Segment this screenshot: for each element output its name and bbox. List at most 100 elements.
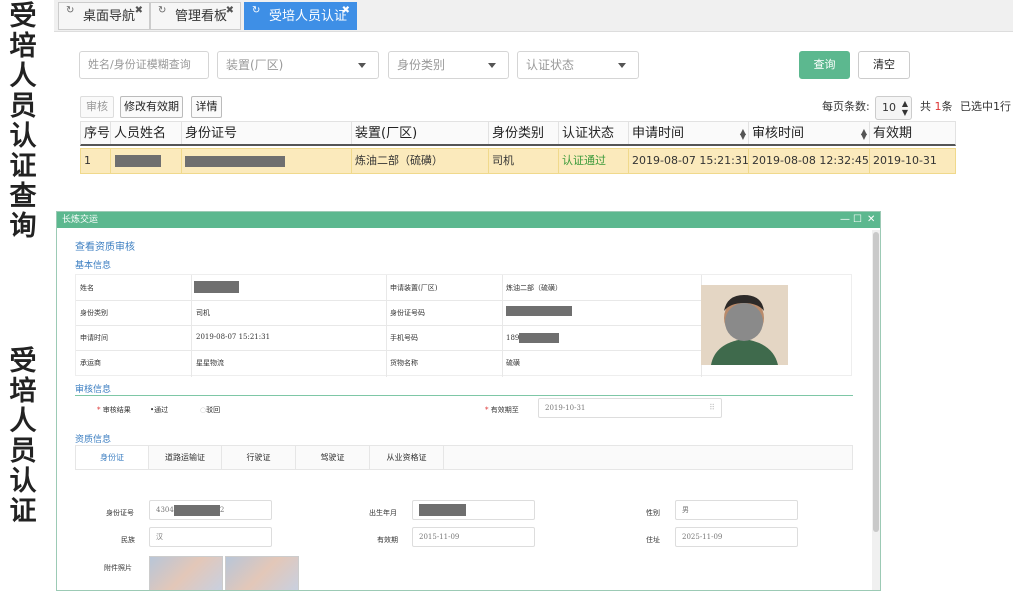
subtab-driving-permit[interactable]: 行驶证 — [222, 446, 296, 469]
tab-label: 管理看板 — [175, 9, 228, 24]
audit-button[interactable]: 审核 — [80, 96, 114, 118]
dialog-scrollbar[interactable] — [872, 230, 880, 590]
identity-select[interactable]: 身份类别 — [388, 51, 509, 79]
col-audit-time[interactable]: 审核时间 ▲ ▼ — [749, 122, 870, 144]
birth-field[interactable] — [412, 500, 535, 520]
valid-until-input[interactable]: 2019-10-31 ⠿ — [538, 398, 722, 418]
search-input[interactable]: 姓名/身份证模糊查询 — [79, 51, 209, 79]
modify-validity-button[interactable]: 修改有效期 — [120, 96, 183, 118]
subtab-qualification-cert[interactable]: 从业资格证 — [370, 446, 444, 469]
phone-value: 189 — [506, 333, 560, 343]
maximize-icon[interactable]: ☐ — [853, 212, 862, 227]
gender-label: 性别 — [646, 509, 660, 517]
status-select-label: 认证状态 — [526, 58, 575, 72]
id-number-label: 身份证号 — [106, 509, 134, 517]
dialog-title: 长炼交运 — [62, 215, 99, 225]
total-prefix: 共 — [920, 100, 931, 113]
col-apply-time[interactable]: 申请时间 ▲ ▼ — [629, 122, 749, 144]
id-number-field[interactable]: 4304 2 — [149, 500, 272, 520]
sort-icon[interactable]: ▲ ▼ — [740, 128, 746, 141]
apply-time-value: 2019-08-07 15:21:31 — [196, 333, 271, 341]
total-number: 1 — [934, 100, 942, 113]
close-icon[interactable]: ✖ — [135, 0, 143, 25]
redacted-block — [506, 306, 572, 316]
address-label: 住址 — [646, 536, 660, 544]
apply-device-label: 申请装置(厂区) — [390, 284, 438, 292]
close-icon[interactable]: ✖ — [226, 0, 234, 25]
col-device[interactable]: 装置(厂区) — [352, 122, 489, 144]
id-valid-field[interactable]: 2015-11-09 — [412, 527, 535, 547]
clear-button[interactable]: 清空 — [858, 51, 910, 79]
query-button[interactable]: 查询 — [799, 51, 850, 79]
close-icon[interactable]: ✕ — [867, 212, 875, 227]
phone-prefix: 189 — [506, 334, 520, 342]
tab-desktop-nav[interactable]: ↻ 桌面导航 ✖ — [58, 2, 150, 30]
identity-label: 身份类别 — [80, 309, 108, 317]
reject-radio[interactable]: ○驳回 — [200, 405, 220, 415]
grid-line — [76, 325, 701, 326]
nation-field[interactable]: 汉 — [149, 527, 272, 547]
status-select[interactable]: 认证状态 — [517, 51, 639, 79]
detail-dialog: 长炼交运 — ☐ ✕ 查看资质审核 基本信息 姓名 申请装置(厂区) 炼油二部（… — [56, 211, 881, 591]
redacted-block — [115, 155, 161, 167]
subtab-id-card[interactable]: 身份证 — [76, 446, 149, 469]
identity-select-label: 身份类别 — [397, 58, 446, 72]
total-suffix: 条 — [941, 100, 953, 113]
minimize-icon[interactable]: — — [840, 212, 850, 227]
chevron-down-icon — [488, 63, 496, 68]
id-number-suffix: 2 — [219, 506, 225, 514]
gender-field[interactable]: 男 — [675, 500, 798, 520]
qualification-tabs: 身份证 道路运输证 行驶证 驾驶证 从业资格证 — [75, 445, 853, 470]
selected-count: 已选中1行 — [960, 100, 1011, 113]
detail-button[interactable]: 详情 — [191, 96, 222, 118]
reject-label: 驳回 — [206, 406, 221, 414]
tab-trainee-certification[interactable]: ↻ 受培人员认证 ✖ — [244, 2, 357, 30]
table-row[interactable]: 1 炼油二部（硫磺） 司机 认证通过 2019-08-07 15:21:31 2… — [80, 148, 956, 174]
calendar-icon[interactable]: ⠿ — [709, 399, 715, 417]
col-status[interactable]: 认证状态 — [559, 122, 629, 144]
refresh-icon[interactable]: ↻ — [252, 0, 260, 25]
nation-label: 民族 — [121, 536, 135, 544]
section-divider — [75, 395, 853, 396]
chevron-down-icon — [618, 63, 626, 68]
refresh-icon[interactable]: ↻ — [158, 0, 166, 25]
pass-label: 通过 — [154, 406, 169, 414]
device-select-label: 装置(厂区) — [226, 58, 284, 72]
pass-radio[interactable]: •通过 — [150, 405, 168, 415]
tab-dashboard[interactable]: ↻ 管理看板 ✖ — [150, 2, 241, 30]
birth-label: 出生年月 — [369, 509, 397, 517]
grid-line — [76, 300, 701, 301]
cell-identity: 司机 — [489, 149, 559, 173]
tab-label: 桌面导航 — [83, 9, 136, 24]
person-photo — [701, 285, 788, 365]
close-icon[interactable]: ✖ — [342, 0, 350, 25]
carrier-label: 承运商 — [80, 359, 101, 367]
chevron-down-icon — [358, 63, 366, 68]
cell-device: 炼油二部（硫磺） — [352, 149, 489, 173]
col-index[interactable]: 序号 — [81, 122, 111, 144]
refresh-icon[interactable]: ↻ — [66, 0, 74, 25]
attachment-photo[interactable] — [149, 556, 223, 590]
valid-until-value: 2019-10-31 — [545, 404, 586, 412]
col-name[interactable]: 人员姓名 — [111, 122, 182, 144]
goods-value: 硫磺 — [506, 359, 520, 367]
device-select[interactable]: 装置(厂区) — [217, 51, 379, 79]
grid-line — [76, 350, 701, 351]
scrollbar-thumb[interactable] — [873, 232, 879, 532]
cell-audit-time: 2019-08-08 12:32:45 — [749, 149, 870, 173]
attachment-photo[interactable] — [225, 556, 299, 590]
per-page-label: 每页条数: — [822, 100, 870, 113]
table-header: 序号 人员姓名 身份证号 装置(厂区) 身份类别 认证状态 申请时间 ▲ ▼ 审核时… — [80, 121, 956, 146]
redacted-block — [185, 155, 285, 167]
subtab-driver-license[interactable]: 驾驶证 — [296, 446, 370, 469]
col-valid[interactable]: 有效期 — [870, 122, 957, 144]
address-field[interactable]: 2025-11-09 — [675, 527, 798, 547]
basic-info-title: 基本信息 — [75, 261, 112, 271]
subtab-road-transport[interactable]: 道路运输证 — [149, 446, 222, 469]
col-identity[interactable]: 身份类别 — [489, 122, 559, 144]
sort-icon[interactable]: ▲ ▼ — [861, 128, 867, 141]
per-page-select[interactable]: 10 ▲ ▼ — [875, 96, 912, 120]
col-idno[interactable]: 身份证号 — [182, 122, 352, 144]
tab-bar: ↻ 桌面导航 ✖ ↻ 管理看板 ✖ ↻ 受培人员认证 ✖ — [54, 0, 1013, 32]
valid-until-label: * 有效期至 — [485, 406, 519, 414]
